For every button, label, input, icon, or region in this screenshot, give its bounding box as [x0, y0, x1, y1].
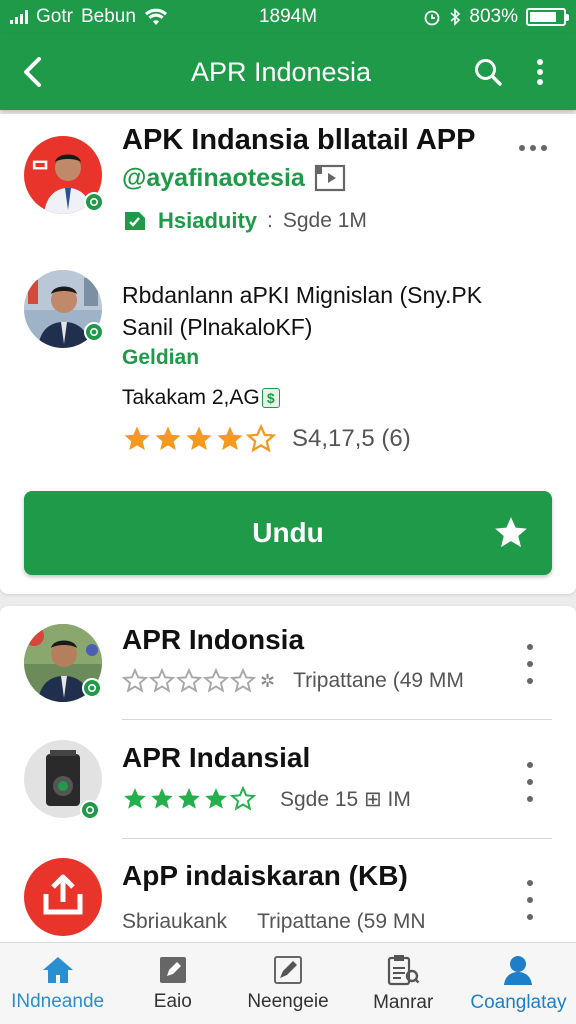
nav-home[interactable]: INdneande [0, 943, 115, 1024]
size-label: Sgde 1M [282, 209, 367, 232]
item-more-button[interactable] [520, 880, 540, 920]
app-bar-title: APR Indonesia [190, 56, 372, 87]
nav-label: Eaio [153, 990, 192, 1012]
nav-label: Neengeie [247, 990, 329, 1012]
signal-icon [10, 10, 28, 24]
media-icon [314, 164, 346, 192]
meta-separator: : [267, 209, 273, 232]
more-vertical-icon [537, 59, 543, 85]
star-empty-icon [246, 424, 276, 453]
rating-stars [122, 424, 276, 454]
divider [122, 838, 552, 839]
app-bar: APR Indonesia [0, 34, 576, 110]
star-empty-icon [230, 786, 256, 811]
nav-library[interactable]: Manrar [346, 943, 461, 1024]
publisher-avatar[interactable] [24, 270, 104, 348]
featured-app-title: APK Indansia bllatail APP [122, 124, 476, 156]
star-filled-icon [151, 788, 173, 809]
nav-label: Manrar [373, 991, 434, 1013]
verified-icon [84, 192, 104, 212]
star-filled-icon [217, 426, 243, 451]
install-button[interactable]: Undu [24, 491, 552, 575]
nav-label: Coanglatay [470, 991, 567, 1013]
nav-label: INdneande [11, 990, 105, 1012]
nav-apps[interactable]: Eaio [115, 943, 230, 1024]
item-more-button[interactable] [520, 762, 540, 802]
card-more-icon[interactable] [518, 144, 548, 152]
app-name: ApP indaiskaran (KB) [122, 860, 408, 891]
star-filled-icon [155, 426, 181, 451]
user-icon [504, 955, 533, 985]
install-button-label: Undu [252, 517, 324, 548]
app-sublabel: Sbriaukank [122, 910, 228, 933]
developer-handle[interactable]: @ayafinaotesia [122, 164, 305, 193]
app-avatar [24, 858, 102, 936]
home-icon [42, 956, 73, 983]
wifi-icon [144, 8, 167, 25]
app-avatar [24, 624, 102, 702]
list-item[interactable]: APR Indonsia ✲ Tripattane (49 MM [0, 606, 576, 724]
favorite-star-icon[interactable] [492, 514, 530, 552]
star-filled-icon [205, 788, 227, 809]
pen-icon [274, 955, 302, 984]
app-avatar [24, 740, 102, 820]
category-icon [125, 212, 145, 230]
category-label: Hsiaduity [158, 208, 258, 233]
status-bar: Gotr Bebun 1894M 803% [0, 0, 576, 34]
app-meta: Sgde 15 ⊞ IM [280, 787, 411, 811]
list-item[interactable]: ApP indaiskaran (KB) Sbriaukank Tripatta… [0, 842, 576, 942]
alarm-icon [424, 10, 440, 26]
svg-text:ᄆ: ᄆ [30, 159, 50, 184]
app-meta: Tripattane (49 MM [293, 669, 464, 692]
star-filled-icon [124, 426, 150, 451]
back-button[interactable] [0, 34, 64, 110]
app-description-line2: Sanil (PlnakaloKF) [122, 314, 313, 340]
list-item[interactable]: APR Indansial Sgde 15 ⊞ IM [0, 724, 576, 842]
star-filled-icon [124, 788, 146, 809]
nav-games[interactable]: Neengeie [230, 943, 345, 1024]
developer-avatar[interactable]: ᄆ [24, 136, 104, 214]
bottom-navigation: INdneande Eaio Neengeie Manrar Coanglata… [0, 942, 576, 1024]
star-filled-icon [186, 426, 212, 451]
bluetooth-icon [450, 8, 461, 26]
edit-square-icon [159, 956, 186, 983]
search-button[interactable] [462, 34, 514, 110]
item-more-button[interactable] [520, 644, 540, 684]
carrier-label: Gotr [36, 6, 73, 27]
star-empty-icon [149, 668, 175, 693]
star-empty-icon [122, 668, 148, 693]
app-description-line1: Rbdanlann aPKI Mignislan (Sny.PK [122, 282, 483, 308]
tag-label: Geldian [122, 346, 200, 369]
verified-icon [82, 678, 102, 698]
battery-percent: 803% [469, 6, 518, 27]
app-name: APR Indonsia [122, 624, 305, 655]
network-label: Bebun [80, 6, 136, 27]
rating-text: S4,17,5 (6) [292, 425, 411, 452]
nav-account[interactable]: Coanglatay [461, 943, 576, 1024]
star-filled-icon [178, 788, 200, 809]
clipboard-search-icon [388, 954, 420, 985]
app-name: APR Indansial [122, 742, 311, 773]
rating-extra: ✲ [260, 670, 276, 691]
app-meta: Tripattane (59 MN [257, 910, 426, 933]
star-empty-icon [203, 668, 229, 693]
battery-icon [526, 8, 569, 26]
divider [122, 719, 552, 720]
featured-app-card: ᄆ APK Indansia bllatail APP @ayafinaotes… [0, 114, 576, 594]
dollar-badge: $ [261, 388, 280, 408]
star-empty-icon [176, 668, 202, 693]
back-arrow-icon [24, 57, 41, 87]
downloads-label: Takakam 2,AG [122, 386, 260, 409]
app-list: APR Indonsia ✲ Tripattane (49 MM APR Ind… [0, 606, 576, 942]
verified-icon [84, 322, 104, 342]
search-icon [475, 59, 502, 86]
star-empty-icon [230, 668, 256, 693]
rating-stars [122, 786, 256, 812]
verified-icon [80, 800, 100, 820]
rating-stars [122, 668, 256, 694]
overflow-menu-button[interactable] [514, 34, 566, 110]
